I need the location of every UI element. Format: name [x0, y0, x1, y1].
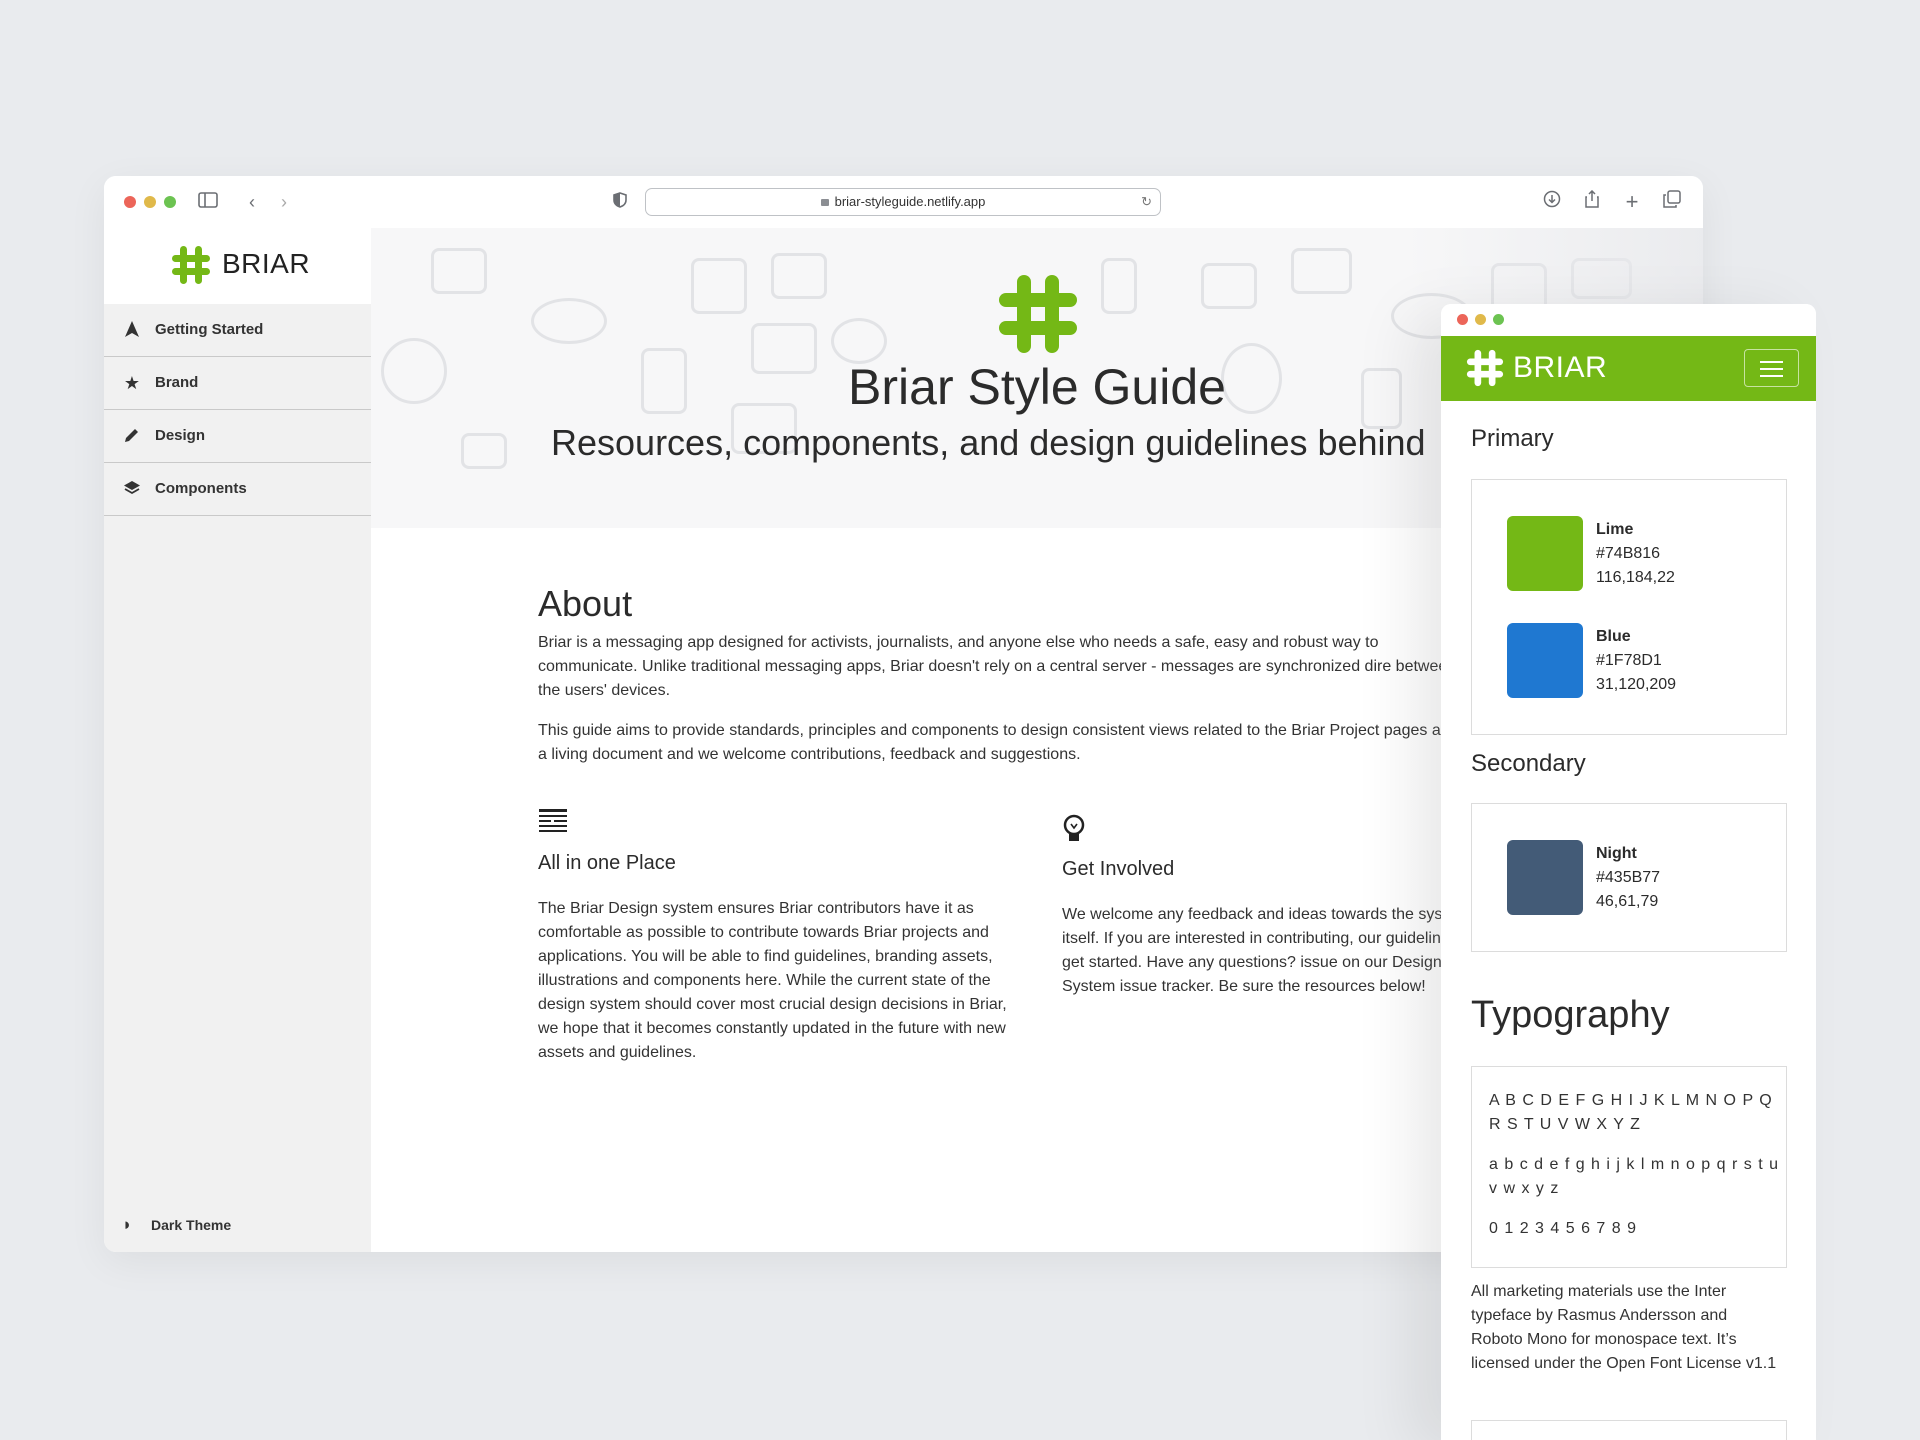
new-tab-icon[interactable]: +: [1620, 190, 1644, 214]
mobile-minimize-button[interactable]: [1475, 314, 1486, 325]
download-icon[interactable]: [1540, 190, 1564, 214]
mobile-window-chrome: [1441, 304, 1816, 336]
briar-wordmark: BRIAR: [1513, 351, 1608, 384]
page-subtitle: Resources, components, and design guidel…: [551, 422, 1426, 463]
maximize-window-button[interactable]: [164, 196, 176, 208]
share-icon[interactable]: [1580, 189, 1604, 214]
tab-overview-icon[interactable]: [1660, 190, 1684, 214]
sidebar-logo[interactable]: BRIAR: [104, 228, 371, 304]
doodle-camera-2: [1201, 263, 1257, 309]
back-icon[interactable]: ‹: [240, 190, 264, 214]
typography-heading: Typography: [1471, 994, 1670, 1036]
about-heading: About: [538, 583, 633, 624]
lowercase-alphabet: a b c d e f g h i j k l m n o p q r s t …: [1489, 1156, 1779, 1197]
blue-swatch: [1507, 623, 1583, 698]
moon-icon: ◗: [122, 1215, 133, 1234]
about-section: About Briar is a messaging app designed …: [538, 583, 1458, 767]
color-hex: #74B816: [1596, 545, 1661, 562]
secondary-colors-card: Night #435B77 46,61,79: [1471, 803, 1787, 952]
color-rgb: 31,120,209: [1596, 676, 1677, 693]
feature-text: The Briar Design system ensures Briar co…: [538, 900, 1007, 1061]
lime-swatch: [1507, 516, 1583, 591]
privacy-shield-icon[interactable]: [608, 190, 632, 214]
color-name: Lime: [1596, 521, 1634, 538]
dark-theme-label: Dark Theme: [151, 1217, 232, 1233]
sidebar-item-components[interactable]: Components: [104, 463, 371, 516]
mobile-close-button[interactable]: [1457, 314, 1468, 325]
secondary-heading: Secondary: [1471, 750, 1586, 777]
color-name: Night: [1596, 845, 1637, 862]
forward-icon[interactable]: ›: [272, 190, 296, 214]
star-icon: ★: [123, 373, 141, 393]
color-name: Blue: [1596, 628, 1631, 645]
color-hex: #435B77: [1596, 869, 1661, 886]
briar-wordmark: BRIAR: [222, 248, 311, 279]
dark-theme-toggle[interactable]: ◗ Dark Theme: [122, 1215, 231, 1235]
briar-logo-icon[interactable]: [1465, 348, 1505, 388]
layers-icon: [122, 479, 142, 499]
briar-hero-logo-icon: [999, 275, 1077, 353]
next-card: [1471, 1420, 1787, 1440]
primary-heading: Primary: [1471, 425, 1554, 452]
url-text: briar-styleguide.netlify.app: [834, 194, 986, 209]
doodle-envelope: [771, 253, 827, 299]
typography-note: All marketing materials use the Inter ty…: [1471, 1283, 1777, 1372]
color-rgb: 46,61,79: [1596, 893, 1659, 910]
doodle-camera: [691, 258, 747, 314]
close-window-button[interactable]: [124, 196, 136, 208]
pencil-icon: [122, 426, 142, 446]
uppercase-alphabet: A B C D E F G H I J K L M N O P Q R S T …: [1489, 1092, 1773, 1133]
sidebar-item-label: Getting Started: [155, 321, 264, 338]
lime-info: Lime #74B816 116,184,22: [1596, 518, 1675, 590]
doodle-book: [431, 248, 487, 294]
sidebar-item-label: Components: [155, 480, 247, 497]
sidebar-item-label: Design: [155, 427, 206, 444]
feature-all-in-one-place: All in one Place The Briar Design system…: [538, 808, 1018, 1065]
mobile-window: BRIAR Primary Lime #74B816 116,184,22 Bl…: [1441, 304, 1816, 1440]
primary-colors-card: Lime #74B816 116,184,22 Blue #1F78D1 31,…: [1471, 479, 1787, 735]
color-rgb: 116,184,22: [1596, 569, 1675, 586]
sidebar-item-design[interactable]: Design: [104, 410, 371, 463]
sidebar: BRIAR Getting Started ★ Brand Design Com…: [104, 228, 371, 1252]
feature-title: All in one Place: [538, 852, 676, 874]
night-swatch: [1507, 840, 1583, 915]
night-info: Night #435B77 46,61,79: [1596, 842, 1660, 914]
navigation-arrow-icon: [122, 320, 142, 340]
doodle-cup: [1101, 258, 1137, 314]
lock-icon: [820, 199, 829, 206]
typography-card: A B C D E F G H I J K L M N O P Q R S T …: [1471, 1066, 1787, 1268]
briar-logo-icon: [172, 246, 210, 284]
sidebar-item-label: Brand: [155, 374, 199, 391]
sidebar-item-getting-started[interactable]: Getting Started: [104, 304, 371, 357]
doodle-card: [461, 433, 507, 469]
minimize-window-button[interactable]: [144, 196, 156, 208]
mobile-navbar: BRIAR: [1441, 336, 1816, 401]
address-bar[interactable]: briar-styleguide.netlify.app ↻: [645, 188, 1161, 216]
doodle-hat: [531, 298, 607, 344]
doodle-book-2: [1291, 248, 1352, 294]
reload-icon[interactable]: ↻: [1141, 189, 1152, 214]
about-paragraph-2: This guide aims to provide standards, pr…: [538, 722, 1455, 763]
blue-info: Blue #1F78D1 31,120,209: [1596, 625, 1676, 697]
digits: 0 1 2 3 4 5 6 7 8 9: [1489, 1220, 1637, 1237]
lightbulb-icon: [1062, 814, 1092, 844]
sidebar-item-brand[interactable]: ★ Brand: [104, 357, 371, 410]
hamburger-menu-button[interactable]: [1744, 349, 1799, 387]
mobile-maximize-button[interactable]: [1493, 314, 1504, 325]
about-paragraph-1: Briar is a messaging app designed for ac…: [538, 634, 1457, 699]
color-hex: #1F78D1: [1596, 652, 1662, 669]
browser-toolbar: ‹ › briar-styleguide.netlify.app ↻ +: [104, 176, 1703, 228]
sidebar-toggle-icon[interactable]: [196, 190, 220, 214]
document-lines-icon: [538, 808, 568, 838]
